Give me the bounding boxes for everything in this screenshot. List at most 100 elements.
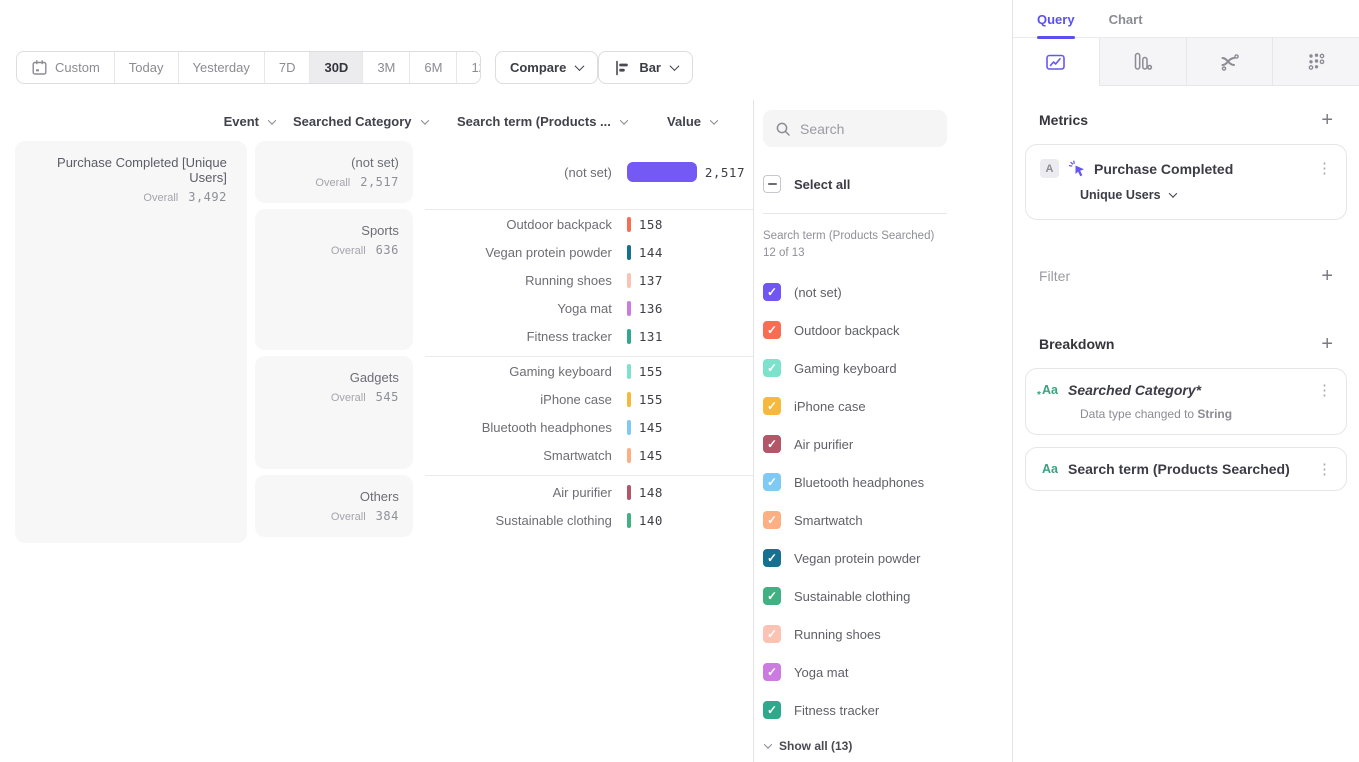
legend-checkbox[interactable]: ✓: [763, 283, 781, 301]
legend-item[interactable]: ✓Bluetooth headphones: [763, 463, 1012, 501]
tab-query[interactable]: Query: [1037, 12, 1075, 37]
breakdown-property-name: Searched Category*: [1068, 382, 1201, 398]
show-all-button[interactable]: Show all (13): [763, 739, 1012, 753]
legend-panel: Select all Search term (Products Searche…: [753, 0, 1012, 762]
legend-checkbox[interactable]: ✓: [763, 397, 781, 415]
column-header-event[interactable]: Event: [15, 114, 275, 129]
legend-item[interactable]: ✓ Vegan protein powder: [763, 539, 1012, 577]
value-bar: [627, 392, 631, 407]
kebab-menu-icon[interactable]: ⋮: [1317, 161, 1332, 176]
flows-icon: [1219, 51, 1240, 72]
term-label: Bluetooth headphones: [425, 420, 612, 435]
legend-item-label: Air purifier: [794, 437, 853, 452]
add-breakdown-button[interactable]: +: [1321, 334, 1333, 354]
metric-card[interactable]: A Purchase Completed ⋮ Unique Users: [1025, 144, 1347, 220]
add-metric-button[interactable]: +: [1321, 110, 1333, 130]
chevron-down-icon: [620, 116, 628, 124]
date-range-label: 6M: [424, 60, 442, 75]
legend-checkbox[interactable]: ✓: [763, 511, 781, 529]
legend-checkbox[interactable]: ✓: [763, 549, 781, 567]
legend-item[interactable]: ✓Yoga mat: [763, 653, 1012, 691]
divider: [763, 213, 947, 214]
category-cell[interactable]: GadgetsOverall545: [255, 356, 413, 469]
search-term-row[interactable]: Yoga mat136: [425, 294, 745, 322]
search-term-row[interactable]: Bluetooth headphones145: [425, 413, 745, 441]
kebab-menu-icon[interactable]: ⋮: [1317, 383, 1332, 398]
search-term-row[interactable]: Air purifier148: [425, 479, 745, 507]
legend-item-label: Vegan protein powder: [794, 551, 920, 566]
category-name: (not set): [269, 155, 399, 170]
chart-type-button[interactable]: Bar: [598, 51, 693, 84]
date-range-12m[interactable]: 12M: [457, 52, 481, 83]
select-all-checkbox[interactable]: [763, 175, 781, 193]
category-group: OthersOverall384 Air purifier148Sustainab…: [255, 475, 753, 537]
overall-label: Overall: [143, 192, 178, 204]
legend-checkbox[interactable]: ✓: [763, 701, 781, 719]
column-header-category[interactable]: Searched Category: [283, 114, 441, 129]
category-group: (not set)Overall2,517 (not set)2,517: [255, 141, 753, 203]
search-term-row[interactable]: Smartwatch145: [425, 441, 745, 469]
search-input[interactable]: [800, 121, 930, 137]
search-term-row[interactable]: iPhone case155: [425, 385, 745, 413]
date-range-today[interactable]: Today: [115, 52, 179, 83]
category-group: GadgetsOverall545 Gaming keyboard155iPhon…: [255, 356, 753, 469]
date-range-6m[interactable]: 6M: [410, 52, 457, 83]
kebab-menu-icon[interactable]: ⋮: [1317, 462, 1332, 477]
legend-checkbox[interactable]: ✓: [763, 473, 781, 491]
legend-item[interactable]: ✓Fitness tracker: [763, 691, 1012, 729]
value-bar: [627, 329, 631, 344]
tab-chart[interactable]: Chart: [1109, 12, 1143, 37]
breakdown-card[interactable]: Aa Search term (Products Searched) ⋮: [1025, 447, 1347, 491]
legend-item[interactable]: ✓ Air purifier: [763, 425, 1012, 463]
search-term-row[interactable]: Vegan protein powder144: [425, 238, 745, 266]
search-term-row[interactable]: Gaming keyboard155: [425, 357, 745, 385]
breakdown-note: Data type changed to String: [1080, 407, 1332, 421]
search-term-row[interactable]: Fitness tracker131: [425, 322, 745, 350]
legend-item[interactable]: ✓Sustainable clothing: [763, 577, 1012, 615]
tab-retention[interactable]: [1273, 38, 1359, 86]
legend-checkbox[interactable]: ✓: [763, 663, 781, 681]
category-cell[interactable]: SportsOverall636: [255, 209, 413, 350]
event-cell[interactable]: Purchase Completed [Unique Users] Overal…: [15, 141, 247, 543]
column-header-term[interactable]: Search term (Products ...: [453, 114, 627, 129]
legend-search[interactable]: [763, 110, 947, 147]
select-all[interactable]: Select all: [763, 165, 1012, 203]
legend-item[interactable]: ✓Gaming keyboard: [763, 349, 1012, 387]
breakdown-card[interactable]: Aa* Searched Category* ⋮ Data type chang…: [1025, 368, 1347, 435]
term-label: Vegan protein powder: [425, 245, 612, 260]
date-range-3m[interactable]: 3M: [363, 52, 410, 83]
check-icon: ✓: [767, 476, 777, 488]
category-cell[interactable]: OthersOverall384: [255, 475, 413, 537]
compare-button[interactable]: Compare: [495, 51, 598, 84]
date-range-custom[interactable]: Custom: [17, 52, 115, 83]
tab-funnels[interactable]: [1100, 38, 1187, 86]
legend-checkbox[interactable]: ✓: [763, 625, 781, 643]
add-filter-button[interactable]: +: [1321, 266, 1333, 286]
tab-insights[interactable]: [1013, 38, 1100, 86]
column-header-value[interactable]: Value: [667, 114, 717, 129]
legend-item[interactable]: ✓Running shoes: [763, 615, 1012, 653]
value-bar: [627, 245, 631, 260]
measurement-selector[interactable]: Unique Users: [1080, 188, 1332, 202]
legend-checkbox[interactable]: ✓: [763, 587, 781, 605]
legend-checkbox[interactable]: ✓: [763, 359, 781, 377]
value-bar: [627, 448, 631, 463]
category-name: Gadgets: [269, 370, 399, 385]
tab-flows[interactable]: [1187, 38, 1274, 86]
date-range-7d[interactable]: 7D: [265, 52, 311, 83]
string-property-icon: Aa*: [1040, 383, 1060, 397]
legend-item[interactable]: ✓Outdoor backpack: [763, 311, 1012, 349]
legend-checkbox[interactable]: ✓: [763, 321, 781, 339]
legend-item[interactable]: ✓iPhone case: [763, 387, 1012, 425]
legend-item[interactable]: ✓Smartwatch: [763, 501, 1012, 539]
legend-checkbox[interactable]: ✓: [763, 435, 781, 453]
search-term-row[interactable]: Running shoes137: [425, 266, 745, 294]
search-term-row[interactable]: Outdoor backpack158: [425, 210, 745, 238]
search-term-row[interactable]: Sustainable clothing140: [425, 507, 745, 535]
legend-item[interactable]: ✓(not set): [763, 273, 1012, 311]
date-range-yesterday[interactable]: Yesterday: [179, 52, 265, 83]
date-range-30d[interactable]: 30D: [310, 52, 363, 83]
value-bar: [627, 420, 631, 435]
category-cell[interactable]: (not set)Overall2,517: [255, 141, 413, 203]
search-term-row[interactable]: (not set)2,517: [425, 158, 745, 186]
